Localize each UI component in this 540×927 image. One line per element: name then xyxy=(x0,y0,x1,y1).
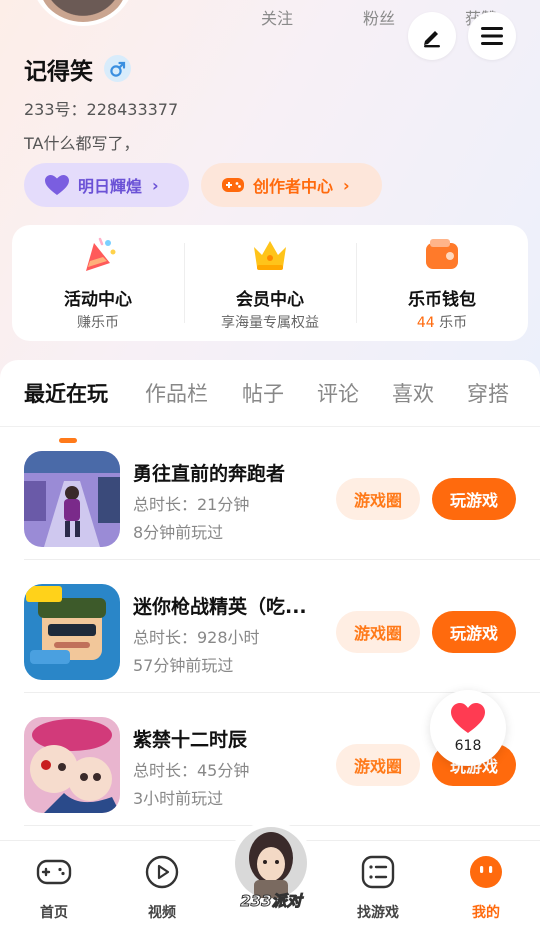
tab-posts[interactable]: 帖子 xyxy=(242,378,284,408)
game-last-played: 3小时前玩过 xyxy=(133,789,224,808)
play-game-button[interactable]: 玩游戏 xyxy=(432,478,516,520)
coin-wallet-title: 乐币钱包 xyxy=(408,290,476,310)
like-count: 618 xyxy=(454,738,482,754)
edit-button[interactable] xyxy=(408,12,456,60)
coin-wallet-sub: 44 乐币 xyxy=(356,312,528,332)
user-id: 233号：228433377 xyxy=(24,100,179,119)
member-center-sub: 享海量专属权益 xyxy=(221,315,319,331)
follow-label[interactable]: 关注 xyxy=(261,5,293,29)
profile-face-icon xyxy=(470,856,502,888)
tab-outfits[interactable]: 穿搭 xyxy=(467,378,509,408)
quick-access-card: 活动中心 赚乐币 会员中心 享海量专属权益 乐币钱包 44 乐币 xyxy=(12,225,528,341)
user-bio: TA什么都写了， xyxy=(24,134,140,153)
video-play-icon xyxy=(145,855,179,889)
activity-center-title: 活动中心 xyxy=(64,290,132,310)
nav-mine-label: 我的 xyxy=(472,905,500,921)
coin-unit: 乐币 xyxy=(439,315,468,331)
game-last-played: 57分钟前玩过 xyxy=(133,656,234,675)
creator-center-label: 创作者中心 xyxy=(253,177,334,196)
game-icon[interactable] xyxy=(24,717,120,813)
party-popper-icon xyxy=(86,237,116,271)
user-name: 记得笑 xyxy=(24,59,93,85)
game-circle-button[interactable]: 游戏圈 xyxy=(336,744,420,786)
game-row[interactable]: 勇往直前的奔跑者 总时长：21分钟 8分钟前玩过 游戏圈 玩游戏 xyxy=(0,427,540,560)
male-gender-icon xyxy=(104,55,131,82)
pencil-icon xyxy=(424,31,440,48)
nav-video-label: 视频 xyxy=(148,905,176,921)
wallet-icon xyxy=(426,239,458,269)
nav-home-label: 首页 xyxy=(40,905,68,921)
game-row[interactable]: 迷你枪战精英（吃... 总时长：928小时 57分钟前玩过 游戏圈 玩游戏 xyxy=(0,560,540,693)
heart-badge-icon xyxy=(45,175,69,195)
profile-tabs: 最近在玩 作品栏 帖子 评论 喜欢 穿搭 xyxy=(0,378,540,443)
game-duration: 总时长：928小时 xyxy=(133,628,260,647)
game-title: 紫禁十二时辰 xyxy=(133,729,248,751)
coin-balance: 44 xyxy=(416,315,435,331)
chevron-right-icon: › xyxy=(343,175,350,195)
chevron-right-icon: › xyxy=(152,175,159,195)
game-icon[interactable] xyxy=(24,584,120,680)
game-icon[interactable] xyxy=(24,451,120,547)
activity-center-sub: 赚乐币 xyxy=(77,315,119,331)
play-game-button[interactable]: 玩游戏 xyxy=(432,611,516,653)
tab-likes[interactable]: 喜欢 xyxy=(392,378,434,408)
activity-center[interactable]: 活动中心 赚乐币 xyxy=(12,225,184,341)
achievement-label: 明日輝煌 xyxy=(78,177,143,196)
tab-works[interactable]: 作品栏 xyxy=(145,378,208,408)
list-icon xyxy=(361,855,395,889)
coin-wallet[interactable]: 乐币钱包 44 乐币 xyxy=(356,225,528,341)
member-center-title: 会员中心 xyxy=(236,290,304,310)
member-center[interactable]: 会员中心 享海量专属权益 xyxy=(184,225,356,341)
game-title: 勇往直前的奔跑者 xyxy=(133,463,286,485)
tab-comments[interactable]: 评论 xyxy=(317,378,359,408)
game-circle-button[interactable]: 游戏圈 xyxy=(336,611,420,653)
creator-center-pill[interactable]: 创作者中心 › xyxy=(201,163,382,207)
fans-label[interactable]: 粉丝 xyxy=(363,5,395,29)
gamepad-icon xyxy=(222,178,244,192)
game-title: 迷你枪战精英（吃... xyxy=(133,596,307,618)
game-duration: 总时长：45分钟 xyxy=(133,761,250,780)
game-last-played: 8分钟前玩过 xyxy=(133,523,224,542)
menu-icon xyxy=(481,27,503,45)
heart-icon xyxy=(451,703,485,733)
gamepad-icon xyxy=(36,859,72,885)
menu-button[interactable] xyxy=(468,12,516,60)
crown-icon xyxy=(254,241,286,270)
achievement-pill[interactable]: 明日輝煌 › xyxy=(24,163,189,207)
party-center-button[interactable]: 233派对 xyxy=(226,818,316,914)
nav-find-games-label: 找游戏 xyxy=(357,905,399,921)
like-float-button[interactable]: 618 xyxy=(430,690,506,766)
party-badge-label: 233派对 xyxy=(240,892,302,911)
game-duration: 总时长：21分钟 xyxy=(133,495,250,514)
tab-recent[interactable]: 最近在玩 xyxy=(24,378,108,408)
game-circle-button[interactable]: 游戏圈 xyxy=(336,478,420,520)
